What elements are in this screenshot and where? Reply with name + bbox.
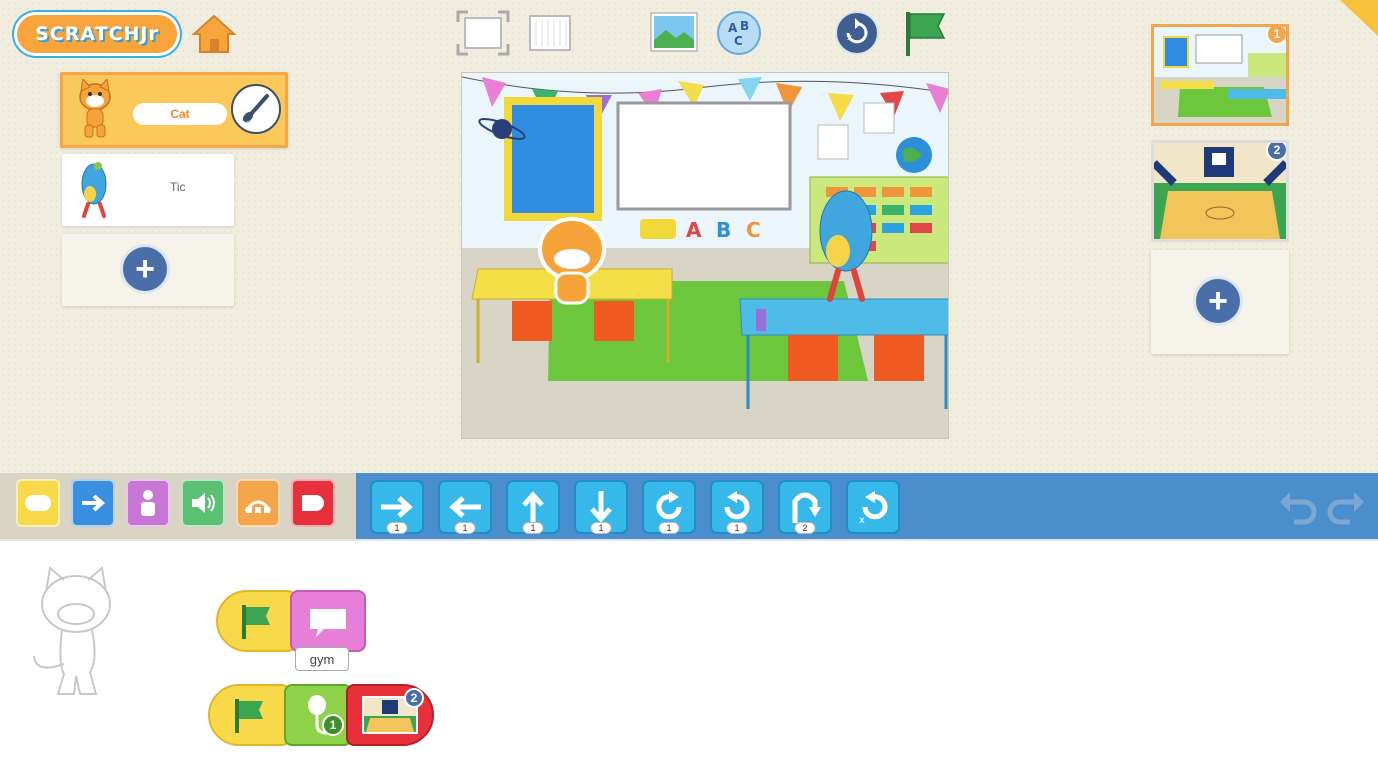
sound-number-badge: 1 [322, 714, 344, 736]
start-on-green-flag-block[interactable] [216, 590, 296, 652]
scratchjr-logo: SCRATCHJr [14, 12, 180, 56]
turn-right-block[interactable]: 1 [642, 480, 696, 534]
say-text-field[interactable]: gym [295, 647, 349, 671]
svg-text:x: x [847, 33, 853, 43]
classroom-page-preview [1154, 27, 1286, 123]
add-page-card: + [1151, 250, 1289, 354]
paint-editor-button[interactable] [231, 84, 281, 134]
block-count[interactable]: 1 [658, 522, 680, 534]
page-thumbnail-1[interactable]: 1 [1151, 24, 1289, 126]
page-number-badge: 1 [1266, 27, 1286, 45]
svg-text:x: x [859, 515, 865, 525]
category-looks[interactable] [126, 479, 170, 527]
change-background-icon[interactable] [650, 12, 698, 52]
arrow-right-icon [82, 494, 106, 512]
sprite-name-label[interactable]: Cat [133, 103, 227, 125]
turn-left-block[interactable]: 1 [710, 480, 764, 534]
category-sound[interactable] [181, 479, 225, 527]
hop-icon [792, 492, 821, 523]
hop-block[interactable]: 2 [778, 480, 832, 534]
block-count[interactable]: 1 [590, 522, 612, 534]
grid-icon[interactable] [528, 14, 574, 54]
green-flag-icon[interactable] [900, 8, 950, 58]
gym-page-preview [1154, 143, 1286, 239]
cat-sprite-thumbnail [79, 79, 111, 138]
page-thumbnail-2[interactable]: 2 [1151, 140, 1289, 242]
move-down-icon [590, 491, 612, 523]
block-count[interactable]: 1 [726, 522, 748, 534]
reset-characters-icon[interactable]: x [834, 10, 880, 56]
turn-left-icon [724, 491, 750, 520]
play-recorded-sound-block[interactable]: 1 [284, 684, 352, 746]
turn-right-icon [656, 491, 682, 520]
trigger-category-icon [25, 495, 51, 511]
paintbrush-icon [242, 94, 269, 123]
person-icon [141, 490, 155, 516]
say-block[interactable] [290, 590, 366, 652]
category-triggering[interactable] [16, 479, 60, 527]
svg-text:C: C [746, 218, 761, 242]
start-on-green-flag-block[interactable] [208, 684, 290, 746]
go-to-page-block[interactable]: 2 [346, 684, 434, 746]
go-home-block[interactable]: x [846, 480, 900, 534]
block-count[interactable]: 1 [454, 522, 476, 534]
move-right-icon [381, 496, 413, 518]
block-count[interactable]: 1 [522, 522, 544, 534]
add-text-icon[interactable]: ABC [716, 10, 762, 56]
svg-text:A: A [728, 21, 738, 35]
go-to-page-number-badge: 2 [404, 688, 424, 708]
move-right-block[interactable]: 1 [370, 480, 424, 534]
cat-sprite-watermark [28, 564, 122, 698]
add-page-button[interactable]: + [1193, 276, 1243, 326]
add-sprite-card: + [62, 234, 234, 306]
move-up-icon [522, 491, 544, 523]
category-end[interactable] [291, 479, 335, 527]
move-left-block[interactable]: 1 [438, 480, 492, 534]
page-number-badge: 2 [1266, 143, 1286, 161]
classroom-background: A B C [462, 73, 948, 438]
go-home-icon: x [859, 491, 888, 525]
sprite-card-cat[interactable]: Cat [60, 72, 288, 148]
green-flag-icon [235, 699, 263, 733]
category-motion[interactable] [71, 479, 115, 527]
svg-text:B: B [716, 218, 731, 242]
sprite-card-tic[interactable]: Tic [62, 154, 234, 226]
speech-bubble-icon [310, 609, 346, 637]
add-sprite-button[interactable]: + [120, 244, 170, 294]
tic-sprite-thumbnail [81, 162, 107, 218]
category-control[interactable] [236, 479, 280, 527]
svg-text:B: B [740, 19, 749, 33]
move-up-block[interactable]: 1 [506, 480, 560, 534]
block-count[interactable]: 2 [794, 522, 816, 534]
move-down-block[interactable]: 1 [574, 480, 628, 534]
redo-icon[interactable] [1326, 486, 1368, 526]
block-count[interactable]: 1 [386, 522, 408, 534]
undo-icon[interactable] [1276, 486, 1318, 526]
speaker-icon [192, 493, 215, 513]
sprite-name-label: Tic [170, 180, 186, 194]
fullscreen-icon[interactable] [456, 10, 510, 56]
svg-text:A: A [686, 218, 702, 242]
programming-area[interactable] [0, 539, 1378, 774]
home-icon[interactable] [191, 12, 237, 56]
stage[interactable]: A B C [461, 72, 949, 439]
green-flag-icon [242, 605, 270, 639]
end-category-icon [302, 495, 324, 511]
move-left-icon [449, 496, 481, 518]
control-arrows-icon [244, 500, 272, 513]
svg-text:C: C [734, 34, 743, 48]
